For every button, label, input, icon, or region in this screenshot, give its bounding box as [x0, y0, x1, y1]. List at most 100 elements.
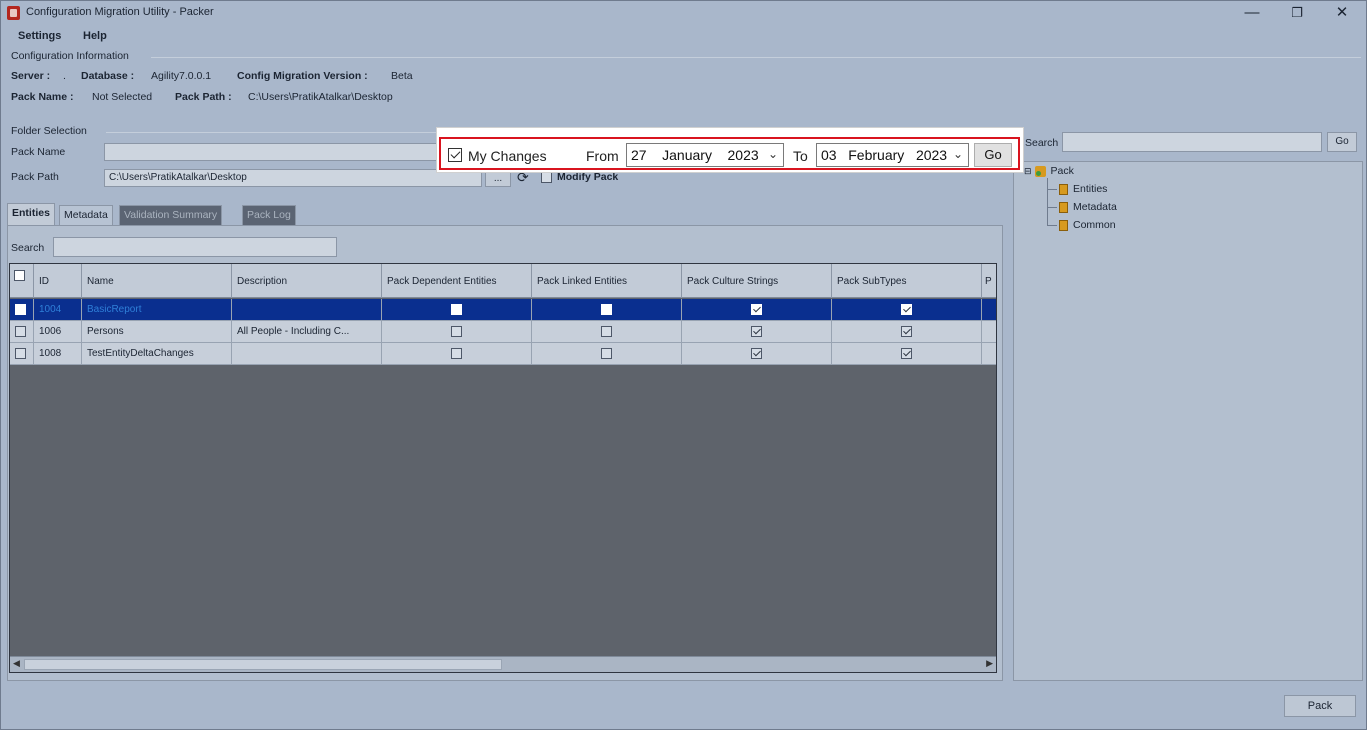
header-pack-culture-strings[interactable]: Pack Culture Strings [682, 264, 832, 298]
subtypes-cell [832, 299, 982, 321]
row-name: Persons [82, 321, 232, 343]
header-pack-subtypes[interactable]: Pack SubTypes [832, 264, 982, 298]
to-year: 2023 [915, 147, 948, 163]
linked-cell [532, 299, 682, 321]
title-bar: Configuration Migration Utility - Packer… [1, 1, 1366, 25]
linked-checkbox[interactable] [601, 304, 612, 315]
dependent-cell [382, 299, 532, 321]
tree-search-go-button[interactable]: Go [1327, 132, 1357, 152]
dependent-cell [382, 321, 532, 343]
subtypes-checkbox[interactable] [901, 304, 912, 315]
row-id: 1008 [34, 343, 82, 365]
to-month: February [848, 147, 905, 163]
pack-button[interactable]: Pack [1284, 695, 1356, 717]
my-changes-popup: My Changes From 27 January 2023 ⌄ To 03 … [436, 127, 1024, 173]
tree-collapse-icon[interactable]: ⊟ [1024, 166, 1032, 176]
culture-checkbox[interactable] [751, 348, 762, 359]
folder-icon [1059, 201, 1068, 213]
row-select-cell [10, 343, 34, 365]
header-description[interactable]: Description [232, 264, 382, 298]
tab-entities[interactable]: Entities [7, 203, 55, 225]
tree-item-metadata[interactable]: Metadata [1059, 201, 1117, 213]
row-description [232, 343, 382, 365]
entity-search-input[interactable] [53, 237, 337, 257]
header-name[interactable]: Name [82, 264, 232, 298]
subtypes-checkbox[interactable] [901, 326, 912, 337]
tab-validation-summary[interactable]: Validation Summary [119, 205, 223, 225]
tree-connector [1047, 207, 1057, 208]
menu-bar: Settings Help [1, 27, 1366, 45]
tree-connector [1047, 189, 1057, 190]
chevron-down-icon[interactable]: ⌄ [953, 147, 963, 161]
entity-search-label: Search [11, 242, 45, 254]
tree-item-label: Metadata [1073, 201, 1117, 213]
linked-checkbox[interactable] [601, 326, 612, 337]
row-description [232, 299, 382, 321]
horizontal-scrollbar[interactable]: ◀ ▶ [10, 656, 996, 672]
culture-checkbox[interactable] [751, 304, 762, 315]
modify-pack-checkbox[interactable] [541, 172, 552, 183]
my-changes-checkbox[interactable] [448, 148, 462, 162]
subtypes-cell [832, 343, 982, 365]
pack-name-input[interactable] [104, 143, 438, 161]
culture-checkbox[interactable] [751, 326, 762, 337]
subtypes-cell [832, 321, 982, 343]
header-truncated[interactable]: P [982, 264, 996, 298]
tree-connector [1047, 225, 1057, 226]
go-button[interactable]: Go [974, 143, 1012, 167]
header-pack-linked-entities[interactable]: Pack Linked Entities [532, 264, 682, 298]
dependent-checkbox[interactable] [451, 304, 462, 315]
linked-checkbox[interactable] [601, 348, 612, 359]
from-day: 27 [631, 147, 647, 163]
folder-pack-path-label: Pack Path [11, 171, 59, 183]
subtypes-checkbox[interactable] [901, 348, 912, 359]
dependent-cell [382, 343, 532, 365]
grid-header: ID Name Description Pack Dependent Entit… [10, 264, 996, 298]
row-select-checkbox[interactable] [15, 348, 26, 359]
entities-grid: ID Name Description Pack Dependent Entit… [9, 263, 997, 673]
table-row[interactable]: 1004 BasicReport [10, 299, 996, 321]
pack-name-value: Not Selected [92, 91, 153, 103]
to-day: 03 [821, 147, 837, 163]
version-value: Beta [391, 70, 413, 82]
menu-help[interactable]: Help [83, 30, 107, 42]
restore-button[interactable]: ❐ [1283, 3, 1311, 23]
dependent-checkbox[interactable] [451, 348, 462, 359]
server-label: Server : [11, 70, 51, 82]
menu-settings[interactable]: Settings [18, 30, 61, 42]
scroll-right-icon[interactable]: ▶ [986, 658, 993, 669]
pack-path-input[interactable]: C:\Users\PratikAtalkar\Desktop [104, 169, 482, 187]
tab-pack-log[interactable]: Pack Log [242, 205, 296, 225]
row-select-checkbox[interactable] [15, 326, 26, 337]
tree-connector [1047, 178, 1048, 226]
tree-item-common[interactable]: Common [1059, 219, 1116, 231]
highlight-frame: My Changes From 27 January 2023 ⌄ To 03 … [439, 137, 1020, 170]
folder-section-title: Folder Selection [11, 125, 87, 137]
scroll-left-icon[interactable]: ◀ [13, 658, 20, 669]
my-changes-label: My Changes [468, 148, 547, 164]
row-select-checkbox[interactable] [15, 304, 26, 315]
from-date-picker[interactable]: 27 January 2023 ⌄ [626, 143, 784, 167]
table-row[interactable]: 1008 TestEntityDeltaChanges [10, 343, 996, 365]
tree-root[interactable]: ⊟ Pack [1024, 165, 1074, 177]
dependent-checkbox[interactable] [451, 326, 462, 337]
close-button[interactable]: ✕ [1328, 3, 1356, 23]
browse-button[interactable]: ... [485, 171, 511, 187]
version-label: Config Migration Version : [237, 70, 368, 82]
from-month: January [662, 147, 712, 163]
header-pack-dependent-entities[interactable]: Pack Dependent Entities [382, 264, 532, 298]
to-date-picker[interactable]: 03 February 2023 ⌄ [816, 143, 969, 167]
header-id[interactable]: ID [34, 264, 82, 298]
minimize-button[interactable]: — [1238, 3, 1266, 23]
tab-metadata[interactable]: Metadata [59, 205, 113, 225]
select-all-checkbox[interactable] [14, 270, 25, 281]
server-value: . [63, 70, 66, 82]
row-select-cell [10, 299, 34, 321]
to-label: To [793, 148, 808, 164]
table-row[interactable]: 1006 Persons All People - Including C... [10, 321, 996, 343]
scrollbar-thumb[interactable] [24, 659, 502, 670]
tree-item-entities[interactable]: Entities [1059, 183, 1107, 195]
chevron-down-icon[interactable]: ⌄ [768, 147, 778, 161]
tree-search-input[interactable] [1062, 132, 1322, 152]
folder-icon [1059, 183, 1068, 195]
